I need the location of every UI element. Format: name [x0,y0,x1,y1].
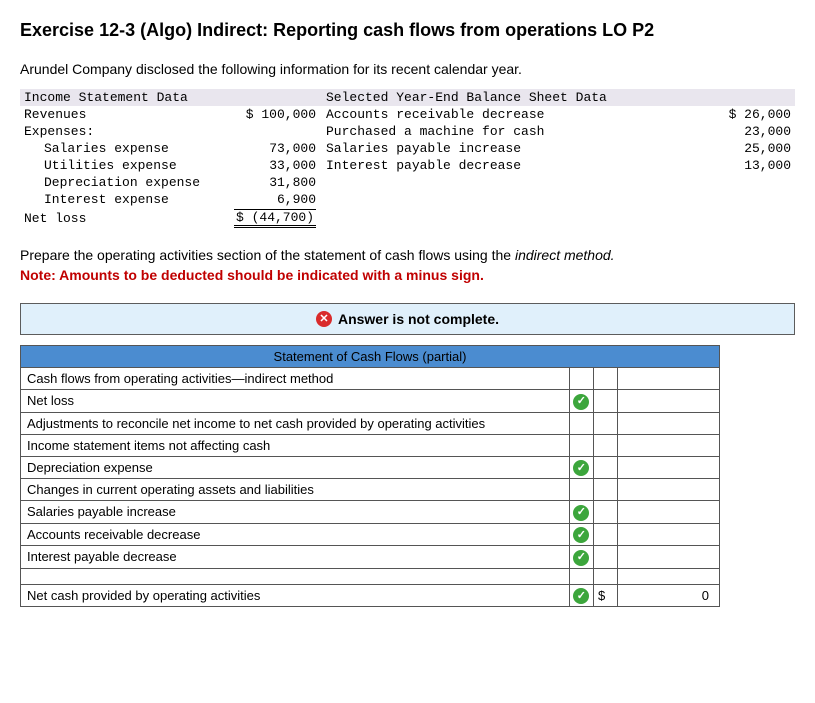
instruction-text: Prepare the operating activities section… [20,247,795,263]
table-row: Accounts receivable decrease ✓ [21,523,720,546]
net-loss-amount: $ (44,700) [234,209,316,228]
check-icon: ✓ [573,394,589,410]
salaries-expense-label: Salaries expense [20,140,220,157]
check-icon: ✓ [573,550,589,566]
check-icon: ✓ [573,588,589,604]
depreciation-expense-label: Depreciation expense [20,174,220,191]
page-title: Exercise 12-3 (Algo) Indirect: Reporting… [20,20,795,41]
check-icon: ✓ [573,527,589,543]
ar-decrease-amount: $ 26,000 [705,106,795,123]
machine-purchase-amount: 23,000 [705,123,795,140]
table-row [21,568,720,584]
net-cash-currency[interactable]: $ [594,584,618,607]
interest-payable-amount: 13,000 [705,157,795,174]
answer-banner-text: Answer is not complete. [338,311,499,327]
flow-header: Statement of Cash Flows (partial) [21,346,720,368]
adjustments-row: Adjustments to reconcile net income to n… [21,412,570,434]
net-loss-row[interactable]: Net loss [21,390,570,413]
depreciation-row[interactable]: Depreciation expense [21,456,570,479]
ar-decrease-label: Accounts receivable decrease [320,106,705,123]
income-header-right: Selected Year-End Balance Sheet Data [320,89,705,106]
intro-text: Arundel Company disclosed the following … [20,61,795,77]
table-row: Adjustments to reconcile net income to n… [21,412,720,434]
interest-payable-label: Interest payable decrease [320,157,705,174]
net-cash-row[interactable]: Net cash provided by operating activitie… [21,584,570,607]
income-header-left: Income Statement Data [20,89,220,106]
table-row: Income statement items not affecting cas… [21,434,720,456]
check-icon: ✓ [573,505,589,521]
machine-purchase-label: Purchased a machine for cash [320,123,705,140]
interest-payable-row[interactable]: Interest payable decrease [21,546,570,569]
revenues-amount: $ 100,000 [220,106,320,123]
flow-row-heading: Cash flows from operating activities—ind… [21,368,570,390]
table-row: Cash flows from operating activities—ind… [21,368,720,390]
utilities-expense-label: Utilities expense [20,157,220,174]
income-statement-table: Income Statement Data Selected Year-End … [20,89,795,229]
net-loss-label: Net loss [20,208,220,229]
salaries-payable-row[interactable]: Salaries payable increase [21,501,570,524]
cash-flow-table: Statement of Cash Flows (partial) Cash f… [20,345,720,607]
salaries-payable-label: Salaries payable increase [320,140,705,157]
table-row: Depreciation expense ✓ [21,456,720,479]
income-items-row: Income statement items not affecting cas… [21,434,570,456]
expenses-label: Expenses: [20,123,220,140]
salaries-expense-amount: 73,000 [220,140,320,157]
table-row: Net cash provided by operating activitie… [21,584,720,607]
depreciation-expense-amount: 31,800 [220,174,320,191]
salaries-payable-amount: 25,000 [705,140,795,157]
utilities-expense-amount: 33,000 [220,157,320,174]
revenues-label: Revenues [20,106,220,123]
table-row: Changes in current operating assets and … [21,479,720,501]
net-cash-value[interactable]: 0 [618,584,720,607]
check-icon: ✓ [573,460,589,476]
note-text: Note: Amounts to be deducted should be i… [20,267,795,283]
accounts-receivable-row[interactable]: Accounts receivable decrease [21,523,570,546]
changes-row: Changes in current operating assets and … [21,479,570,501]
error-icon: ✕ [316,311,332,327]
interest-expense-amount: 6,900 [220,191,320,208]
table-row: Interest payable decrease ✓ [21,546,720,569]
table-row: Salaries payable increase ✓ [21,501,720,524]
answer-banner: ✕ Answer is not complete. [20,303,795,335]
table-row: Net loss ✓ [21,390,720,413]
interest-expense-label: Interest expense [20,191,220,208]
